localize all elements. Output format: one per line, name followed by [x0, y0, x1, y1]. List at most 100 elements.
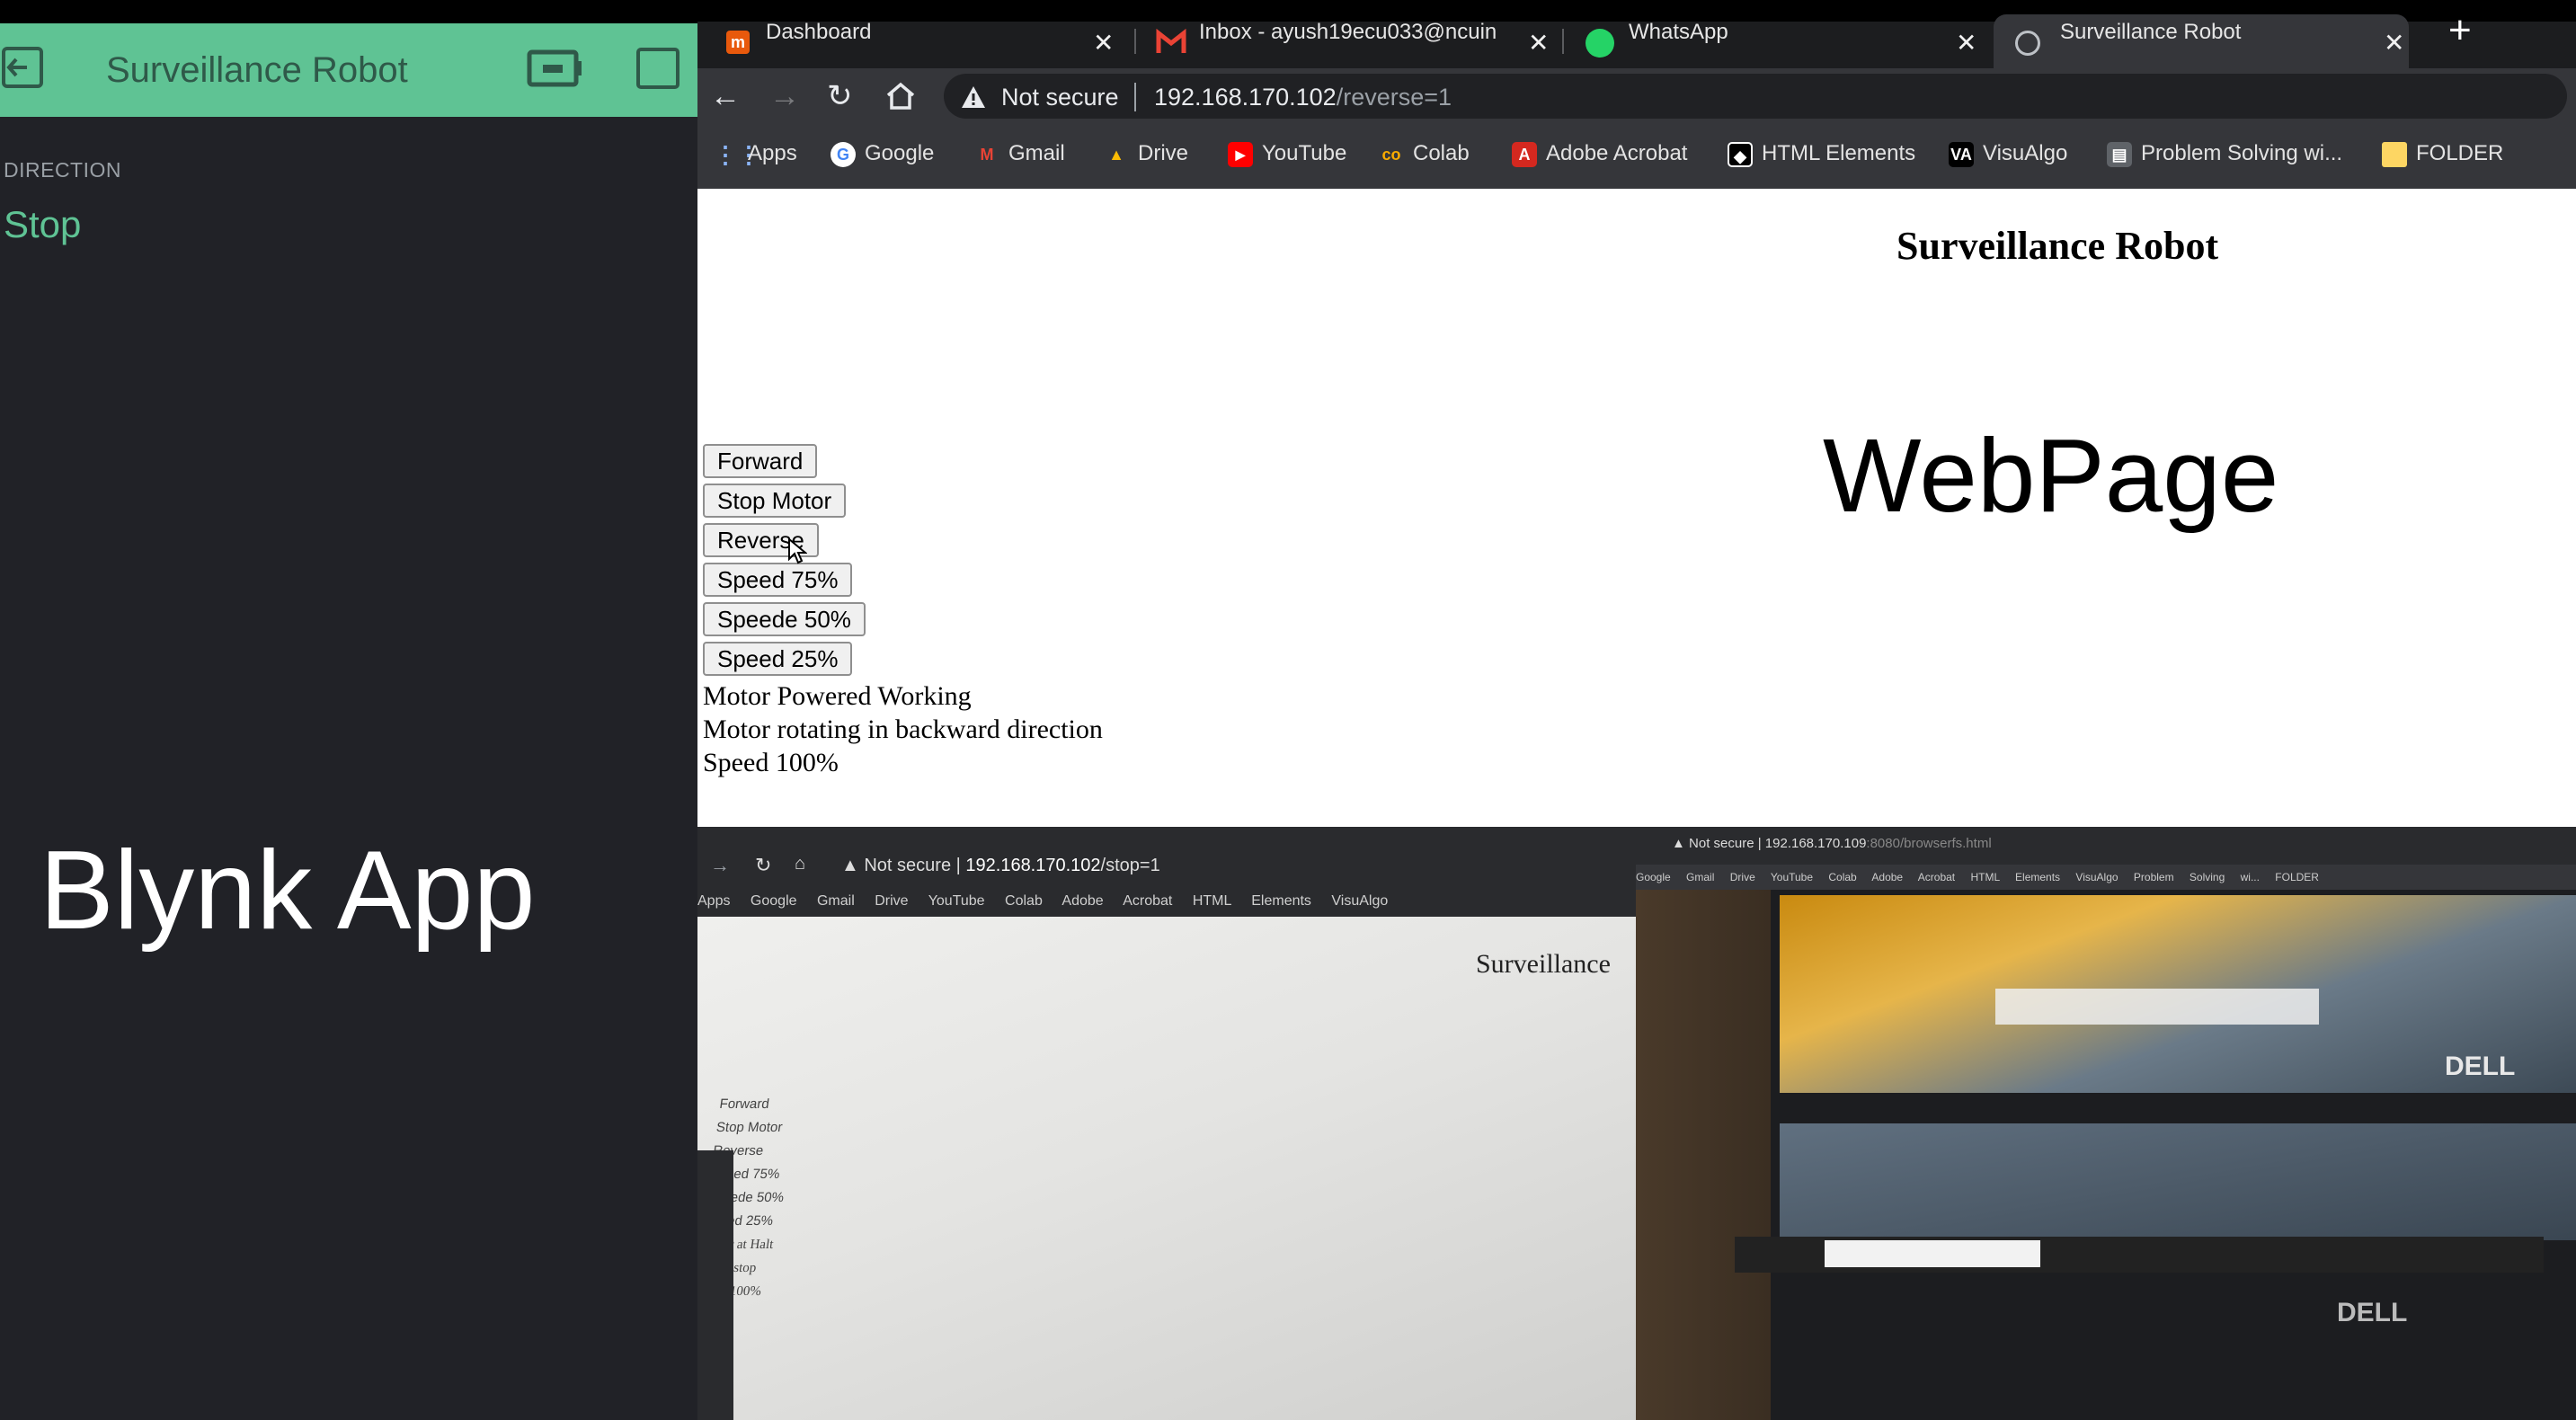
- folder-icon: [2382, 141, 2407, 167]
- feed-bookmark: Adobe Acrobat: [1061, 893, 1173, 909]
- tab-inbox[interactable]: Inbox - ayush19ecu033@ncuindia ✕: [1150, 22, 1555, 68]
- bookmark-folder[interactable]: FOLDER: [2382, 124, 2503, 183]
- security-label[interactable]: Not secure: [1001, 81, 1119, 113]
- speed-50-button[interactable]: Speede 50%: [703, 602, 866, 636]
- direction-widget-value: Stop: [4, 203, 82, 245]
- reload-icon: ↻: [755, 854, 772, 876]
- feed-bookmark: Colab: [1005, 893, 1043, 909]
- tab-whatsapp[interactable]: WhatsApp ✕: [1582, 22, 1986, 68]
- new-tab-button[interactable]: +: [2448, 11, 2472, 50]
- bookmark-label: Problem Solving wi...: [2141, 141, 2343, 165]
- feed-bookmarks: Apps Google Gmail Drive YouTube Colab Ad…: [697, 893, 1636, 910]
- bookmark-label: Google: [865, 141, 935, 165]
- feed-bookmark: Adobe Acrobat: [1871, 871, 1956, 883]
- tab-separator: [1134, 29, 1136, 54]
- speed-25-button[interactable]: Speed 25%: [703, 642, 853, 676]
- device-icon[interactable]: [527, 47, 582, 90]
- tab-separator: [1562, 29, 1564, 54]
- bookmark-gmail[interactable]: M Gmail: [974, 124, 1065, 183]
- feed-bookmark: FOLDER: [2275, 871, 2319, 883]
- drive-icon: ▲: [1108, 145, 1124, 164]
- camera-feed-browser: → ↻ ⌂ ▲ Not secure | 192.168.170.102/sto…: [697, 827, 1636, 1420]
- direction-widget-label: DIRECTION: [4, 158, 121, 182]
- bookmark-label: FOLDER: [2416, 141, 2504, 165]
- home-icon: ⌂: [795, 854, 806, 874]
- feed-bookmark: YouTube: [928, 893, 985, 909]
- dell-logo: DELL: [2445, 1052, 2516, 1081]
- feed-bookmark: Google: [1636, 871, 1671, 883]
- bookmark-adobe-acrobat[interactable]: A Adobe Acrobat: [1512, 124, 1687, 183]
- bookmark-label: HTML Elements: [1762, 141, 1916, 165]
- feed-bookmark: VisuAlgo: [1331, 893, 1389, 909]
- bookmark-drive[interactable]: ▲ Drive: [1104, 124, 1188, 183]
- status-line: Speed 100%: [703, 748, 839, 777]
- close-icon[interactable]: ✕: [1956, 31, 1976, 56]
- gmail-icon: M: [980, 145, 994, 164]
- apps-grid-icon: ⋮⋮: [714, 140, 760, 168]
- feed-bookmark: Gmail: [816, 893, 855, 909]
- feed-bookmark: Gmail: [1686, 871, 1715, 883]
- tab-label: WhatsApp: [1629, 22, 1728, 44]
- feed-bookmark: HTML Elements: [1970, 871, 2061, 883]
- laptop-keyboard-bottom: [1780, 1123, 2576, 1240]
- tab-label: Surveillance Robot: [2060, 22, 2242, 44]
- bookmark-problem-solving[interactable]: ▤ Problem Solving wi...: [2107, 124, 2342, 183]
- play-stop-square-icon[interactable]: [635, 47, 681, 90]
- feed-url-path: /stop=1: [1100, 856, 1160, 875]
- bookmark-label: Drive: [1138, 141, 1189, 165]
- webpage-caption: WebPage: [1823, 417, 2279, 534]
- back-arrow-icon[interactable]: ←: [710, 75, 741, 117]
- feed-url-host: 192.168.170.109: [1764, 836, 1867, 851]
- reload-icon[interactable]: ↻: [827, 75, 853, 117]
- feed-button: Forward: [718, 1096, 770, 1112]
- feed-bookmark: Drive: [875, 893, 909, 909]
- bookmark-label: YouTube: [1262, 141, 1347, 165]
- camera-feed-laptop: ▲ Not secure | 192.168.170.109:8080/brow…: [1636, 827, 2576, 1420]
- bookmark-youtube[interactable]: ▶ YouTube: [1228, 124, 1346, 183]
- feed-bookmark: Google: [750, 893, 797, 909]
- blynk-app-panel: [0, 0, 697, 1420]
- laptop-screen-glare: [1995, 989, 2319, 1025]
- close-icon[interactable]: ✕: [1528, 31, 1549, 56]
- feed-security-label: Not secure: [1689, 836, 1754, 851]
- forward-button[interactable]: Forward: [703, 444, 818, 478]
- bookmark-html-elements[interactable]: ◆ HTML Elements: [1728, 124, 1915, 183]
- bookmark-label: Colab: [1413, 141, 1470, 165]
- bookmark-google[interactable]: G Google: [831, 124, 934, 183]
- acrobat-icon: A: [1512, 141, 1537, 167]
- bookmark-label: Adobe Acrobat: [1546, 141, 1688, 165]
- bookmark-apps[interactable]: ⋮⋮Apps: [714, 124, 797, 183]
- mouse-cursor-icon: [787, 537, 808, 564]
- bookmark-visualgo[interactable]: VA VisuAlgo: [1949, 124, 2067, 183]
- feed-bookmark: Problem Solving wi...: [2133, 871, 2260, 883]
- feed-address: ▲ Not secure | 192.168.170.102/stop=1: [841, 856, 1160, 875]
- bookmark-page-icon: ▤: [2107, 141, 2132, 167]
- feed-bookmarks: Google Gmail Drive YouTube Colab Adobe A…: [1636, 865, 2576, 890]
- feed-page-title: Surveillance: [1476, 949, 1611, 979]
- exit-project-icon[interactable]: [0, 45, 47, 90]
- globe-icon: [2015, 31, 2040, 56]
- gmail-icon: [1156, 28, 1186, 56]
- status-line: Motor rotating in backward direction: [703, 714, 1103, 744]
- feed-bookmark: VisuAlgo: [2075, 871, 2119, 883]
- blynk-project-title: Surveillance Robot: [106, 50, 408, 90]
- close-icon[interactable]: ✕: [1093, 31, 1114, 56]
- tab-dashboard[interactable]: m Dashboard ✕: [719, 22, 1115, 68]
- url-host: 192.168.170.102: [1154, 84, 1337, 111]
- blynk-status-strip: [0, 0, 697, 23]
- forward-arrow-icon[interactable]: →: [769, 75, 800, 117]
- tab-label: Inbox - ayush19ecu033@ncuindia: [1199, 22, 1497, 44]
- status-line: Motor Powered Working: [703, 681, 972, 711]
- tab-surveillance-robot[interactable]: Surveillance Robot ✕: [2013, 22, 2409, 68]
- stop-motor-button[interactable]: Stop Motor: [703, 484, 847, 518]
- feed-bookmark: Apps: [697, 893, 731, 909]
- youtube-icon: ▶: [1228, 141, 1253, 167]
- home-icon[interactable]: [884, 81, 917, 111]
- warning-triangle-icon[interactable]: [960, 84, 987, 110]
- url-text[interactable]: 192.168.170.102/reverse=1: [1154, 81, 1452, 113]
- feed-bookmark: Drive: [1729, 871, 1755, 883]
- laptop-taskbar-search: [1825, 1240, 2040, 1267]
- speed-75-button[interactable]: Speed 75%: [703, 563, 853, 597]
- bookmark-colab[interactable]: co Colab: [1379, 124, 1470, 183]
- close-icon[interactable]: ✕: [2384, 31, 2404, 56]
